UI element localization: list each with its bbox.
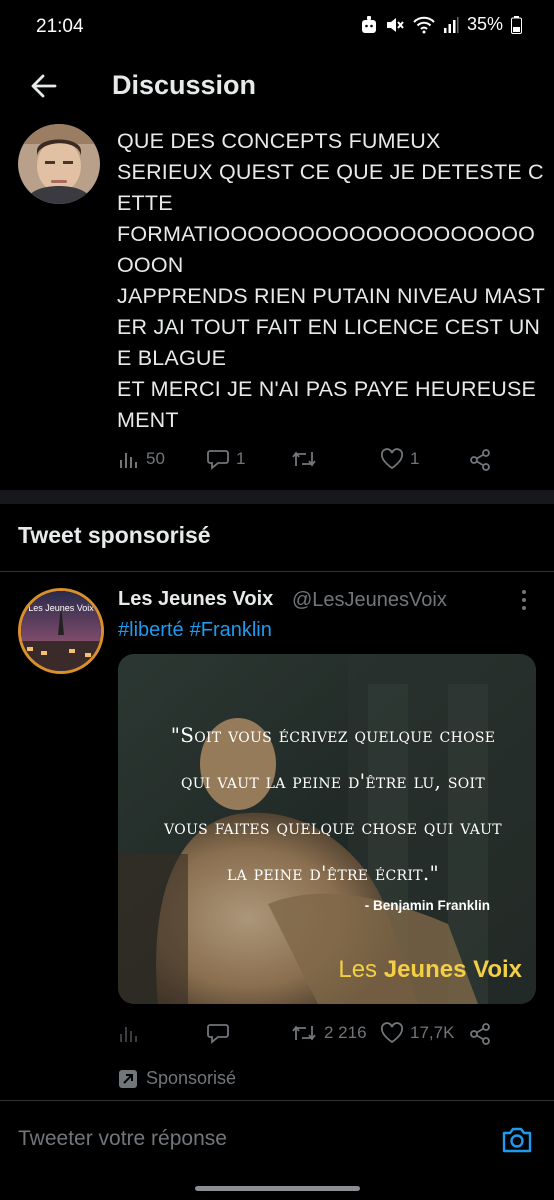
camera-button[interactable]	[500, 1123, 534, 1157]
promoted-label: Sponsorisé	[118, 1068, 236, 1089]
share-button[interactable]	[468, 1022, 492, 1046]
promoted-icon	[119, 1069, 137, 1088]
retweet-icon	[292, 1025, 316, 1041]
avatar[interactable]	[18, 124, 100, 204]
section-title: Tweet sponsorisé	[18, 522, 211, 548]
arrow-left-icon	[31, 74, 57, 98]
battery-level: 35%	[466, 14, 503, 34]
home-indicator[interactable]	[195, 1186, 360, 1191]
mute-icon	[385, 16, 405, 34]
views-count: 50	[146, 449, 165, 468]
more-vertical-icon	[522, 590, 526, 610]
analytics-icon	[120, 1027, 137, 1042]
views-button[interactable]: 50	[118, 448, 165, 470]
app-notification-icon	[361, 15, 377, 34]
replies-count: 1	[236, 449, 246, 468]
signal-icon	[443, 16, 459, 34]
promoted-text: Sponsorisé	[146, 1068, 237, 1088]
views-button[interactable]	[118, 1022, 140, 1044]
page-title: Discussion	[112, 70, 257, 100]
image-quote: "Soit vous écrivez quelque chose qui vau…	[164, 723, 502, 885]
retweets-count: 2 216	[324, 1023, 367, 1042]
retweet-button[interactable]: 2 216	[290, 1022, 367, 1044]
tweet-image[interactable]: "Soit vous écrivez quelque chose qui vau…	[118, 654, 536, 1004]
comment-icon	[207, 450, 229, 470]
status-icons: 35%	[361, 14, 522, 35]
tweet-actions: 50 1 1	[118, 448, 498, 476]
heart-icon	[380, 448, 404, 470]
avatar-label: Les Jeunes Voix	[28, 603, 94, 613]
reply-bar: Tweeter votre réponse	[0, 1100, 554, 1180]
like-button[interactable]: 17,7K	[380, 1022, 454, 1044]
share-icon	[470, 449, 490, 471]
author-handle[interactable]: @LesJeunesVoix	[292, 589, 447, 612]
brand-name: Jeunes Voix	[383, 956, 522, 983]
retweet-button[interactable]	[290, 448, 318, 470]
image-brand: Les Jeunes Voix	[338, 956, 522, 984]
retweet-icon	[292, 451, 316, 467]
likes-count: 1	[410, 449, 420, 468]
heart-icon	[380, 1022, 404, 1044]
share-button[interactable]	[468, 448, 492, 472]
wifi-icon	[413, 16, 435, 34]
hashtag-link[interactable]: #liberté	[118, 619, 184, 641]
tweet-actions: 2 216 17,7K	[118, 1022, 498, 1050]
camera-icon	[502, 1127, 532, 1153]
tweet-text: QUE DES CONCEPTS FUMEUX SERIEUX QUEST CE…	[117, 129, 545, 432]
brand-prefix: Les	[338, 956, 384, 983]
reply-input[interactable]: Tweeter votre réponse	[18, 1127, 227, 1151]
author-name[interactable]: Les Jeunes Voix	[118, 588, 273, 611]
comment-icon	[207, 1024, 229, 1044]
back-button[interactable]	[26, 68, 62, 104]
likes-count: 17,7K	[410, 1023, 455, 1042]
analytics-icon	[120, 453, 137, 468]
section-divider	[0, 490, 554, 504]
reply-button[interactable]	[206, 1022, 230, 1044]
more-options-button[interactable]	[514, 588, 534, 612]
reply-button[interactable]: 1	[206, 448, 245, 470]
header: Discussion	[0, 54, 554, 120]
avatar[interactable]: Les Jeunes Voix	[18, 588, 104, 674]
hashtags: #liberté #Franklin	[118, 619, 278, 642]
battery-icon	[511, 15, 522, 34]
share-icon	[470, 1023, 490, 1045]
image-author: - Benjamin Franklin	[364, 898, 490, 913]
status-bar: 21:04 35%	[0, 0, 554, 54]
reply-tweet[interactable]: QUE DES CONCEPTS FUMEUX SERIEUX QUEST CE…	[0, 120, 554, 490]
hashtag-link[interactable]: #Franklin	[190, 619, 272, 641]
divider	[0, 571, 554, 572]
status-time: 21:04	[36, 16, 84, 37]
like-button[interactable]: 1	[380, 448, 419, 470]
